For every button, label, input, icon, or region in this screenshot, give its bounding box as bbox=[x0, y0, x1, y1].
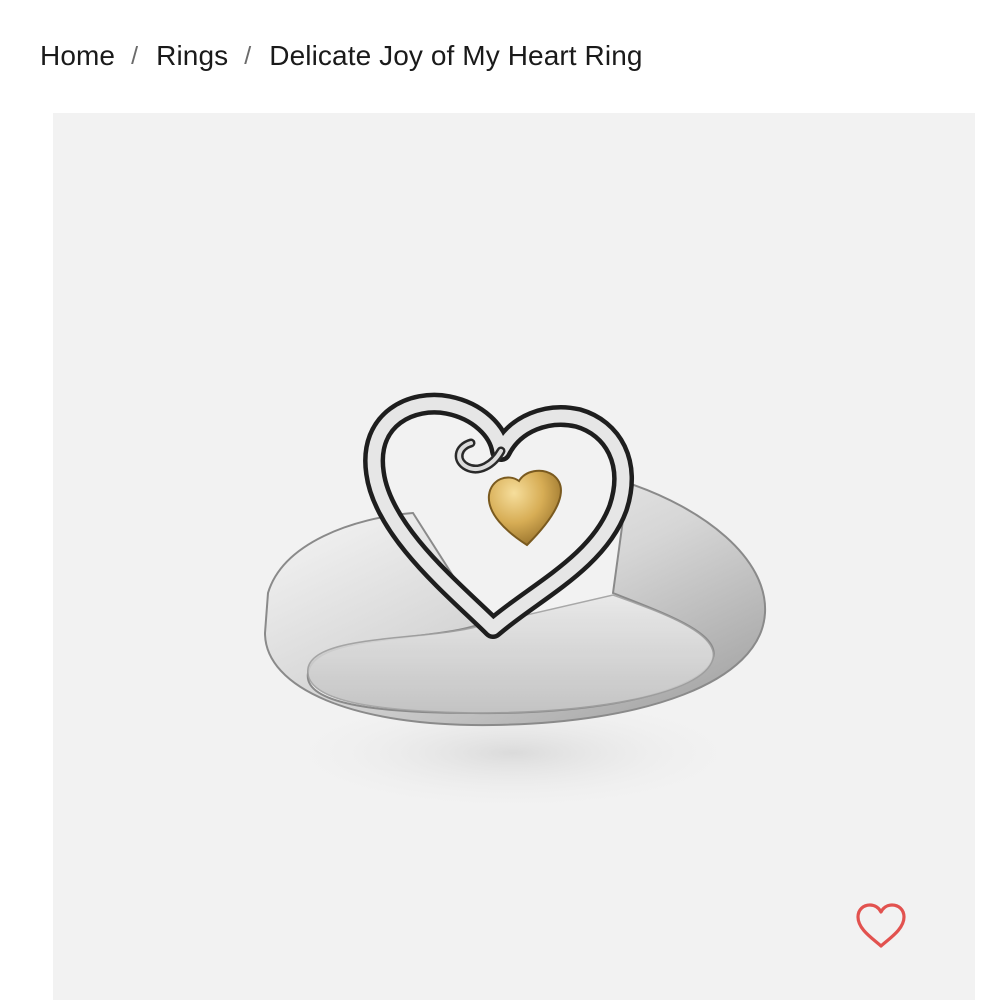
breadcrumb-rings-link[interactable]: Rings bbox=[156, 36, 228, 76]
heart-outline-icon bbox=[856, 903, 906, 948]
breadcrumb: Home / Rings / Delicate Joy of My Heart … bbox=[40, 36, 643, 76]
breadcrumb-home-link[interactable]: Home bbox=[40, 36, 115, 76]
breadcrumb-current-page: Delicate Joy of My Heart Ring bbox=[269, 40, 643, 71]
add-to-wishlist-button[interactable] bbox=[853, 898, 909, 954]
breadcrumb-separator: / bbox=[131, 42, 139, 70]
product-image-ring bbox=[263, 392, 767, 813]
breadcrumb-separator: / bbox=[244, 42, 252, 70]
product-image-container[interactable] bbox=[53, 113, 975, 1000]
